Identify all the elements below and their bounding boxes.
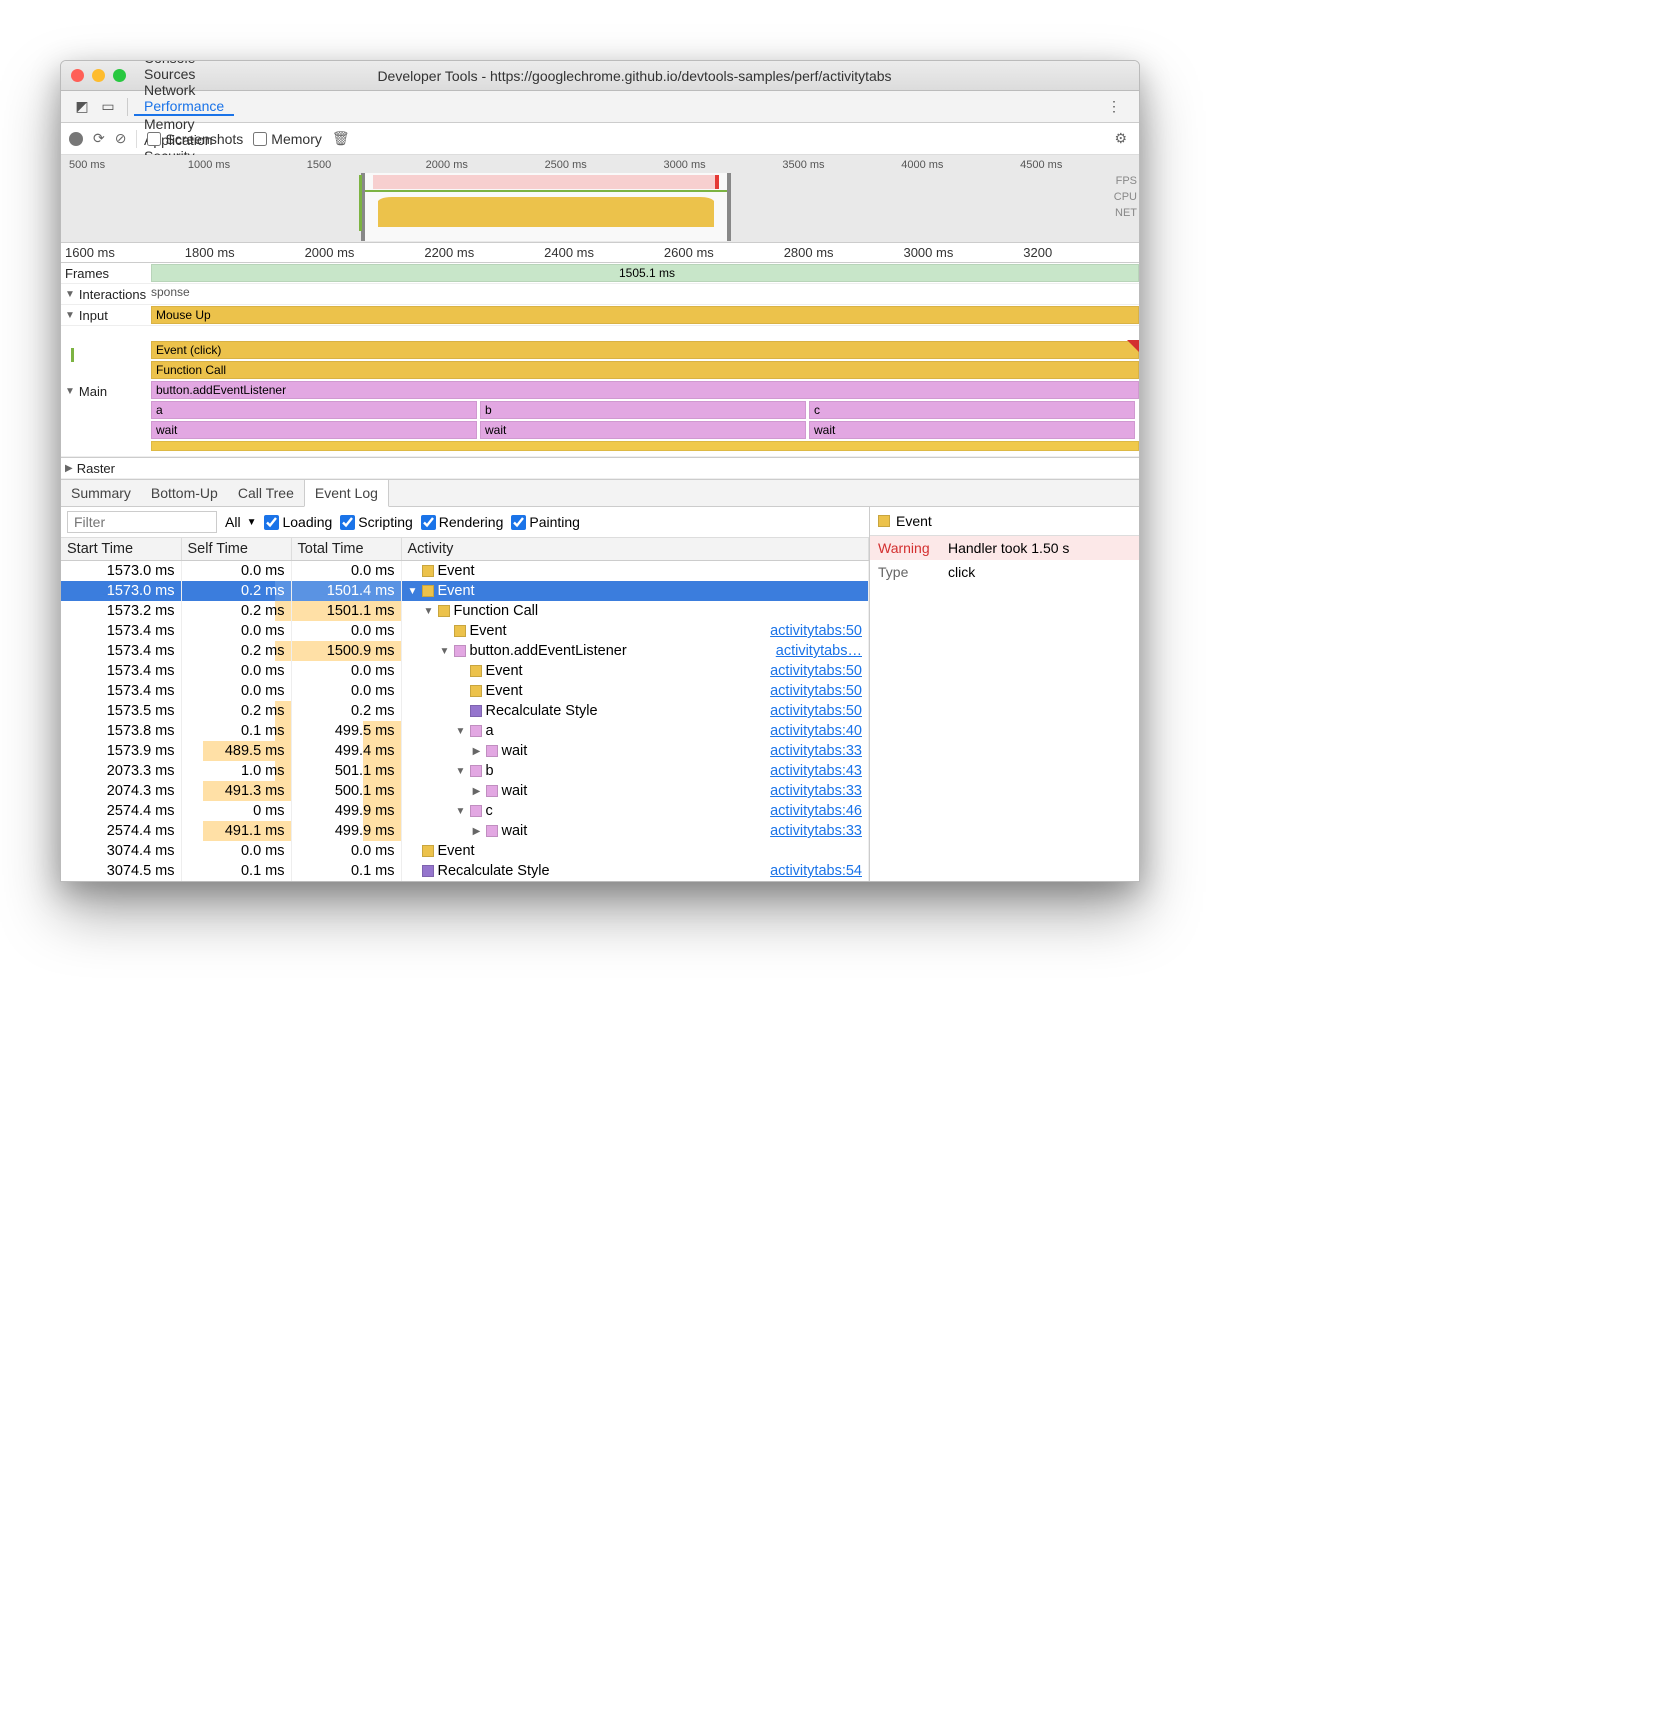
source-link[interactable]: activitytabs:50 [770,683,862,699]
table-row[interactable]: 1573.8 ms0.1 ms499.5 ms▼aactivitytabs:40 [61,721,869,741]
input-event-bar[interactable]: Mouse Up [151,306,1139,324]
source-link[interactable]: activitytabs:33 [770,743,862,759]
overview-side-labels: FPSCPUNET [1114,175,1137,219]
source-link[interactable]: activitytabs:50 [770,703,862,719]
overview-selection[interactable] [361,173,731,241]
event-detail-pane: Event WarningHandler took 1.50 s Typecli… [869,507,1139,881]
detail-header: Event [870,507,1139,536]
source-link[interactable]: activitytabs:46 [770,803,862,819]
main-track: ▼Main Event (click) Function Call button… [61,326,1139,457]
call-c[interactable]: c [809,401,1135,419]
bottom-tab-event-log[interactable]: Event Log [304,480,389,507]
fps-strip [373,175,719,189]
table-row[interactable]: 2574.4 ms491.1 ms499.9 ms▶waitactivityta… [61,821,869,841]
table-row[interactable]: 2074.3 ms491.3 ms500.1 ms▶waitactivityta… [61,781,869,801]
interactions-track: ▼Interactions sponse [61,284,1139,305]
call-wait[interactable]: wait [151,421,477,439]
separator [127,98,128,116]
inspect-icon[interactable]: ◩ [69,98,95,115]
call-wait[interactable]: wait [480,421,806,439]
table-row[interactable]: 1573.4 ms0.2 ms1500.9 ms▼button.addEvent… [61,641,869,661]
scripting-checkbox[interactable]: Scripting [340,514,412,530]
call-wait[interactable]: wait [809,421,1135,439]
clear-icon[interactable]: ⊘ [115,130,127,147]
event-icon [878,515,890,527]
input-track: ▼Input Mouse Up [61,305,1139,326]
filter-bar: All ▼ Loading Scripting Rendering Painti… [61,507,869,538]
source-link[interactable]: activitytabs:40 [770,723,862,739]
table-row[interactable]: 2574.4 ms0 ms499.9 ms▼cactivitytabs:46 [61,801,869,821]
source-link[interactable]: activitytabs:43 [770,763,862,779]
minimize-icon[interactable] [92,69,105,82]
tab-network[interactable]: Network [134,82,234,98]
table-row[interactable]: 1573.4 ms0.0 ms0.0 msEventactivitytabs:5… [61,661,869,681]
tab-memory[interactable]: Memory [134,116,234,132]
bottom-tabs: SummaryBottom-UpCall TreeEvent Log [61,479,1139,507]
table-row[interactable]: 3074.4 ms0.0 ms0.0 msEvent [61,841,869,861]
call-a[interactable]: a [151,401,477,419]
col-start[interactable]: Start Time [61,538,181,561]
table-row[interactable]: 1573.0 ms0.0 ms0.0 msEvent [61,561,869,582]
call-b[interactable]: b [480,401,806,419]
col-self[interactable]: Self Time [181,538,291,561]
table-row[interactable]: 3074.5 ms0.1 ms0.1 msRecalculate Styleac… [61,861,869,881]
tab-sources[interactable]: Sources [134,66,234,82]
bottom-tab-bottom-up[interactable]: Bottom-Up [141,480,228,506]
screenshots-checkbox[interactable]: Screenshots [147,131,243,147]
event-log-pane: All ▼ Loading Scripting Rendering Painti… [61,507,869,881]
flame-chart[interactable]: Frames 1505.1 ms ▼Interactions sponse ▼I… [61,263,1139,479]
more-icon[interactable]: ⋮ [1097,98,1131,115]
traffic-lights [71,69,126,82]
table-row[interactable]: 1573.5 ms0.2 ms0.2 msRecalculate Styleac… [61,701,869,721]
painting-checkbox[interactable]: Painting [511,514,580,530]
settings-icon[interactable]: ⚙ [1114,130,1131,147]
table-row[interactable]: 1573.9 ms489.5 ms499.4 ms▶waitactivityta… [61,741,869,761]
event-log-split: All ▼ Loading Scripting Rendering Painti… [61,507,1139,881]
window-title: Developer Tools - https://googlechrome.g… [140,68,1129,84]
zoom-icon[interactable] [113,69,126,82]
table-row[interactable]: 1573.2 ms0.2 ms1501.1 ms▼Function Call [61,601,869,621]
source-link[interactable]: activitytabs:50 [770,623,862,639]
bottom-tab-summary[interactable]: Summary [61,480,141,506]
memory-checkbox[interactable]: Memory [253,131,322,147]
cpu-chart [371,197,721,227]
source-link[interactable]: activitytabs:33 [770,823,862,839]
all-select[interactable]: All ▼ [225,514,256,530]
raster-track: ▶Raster [61,457,1139,479]
source-link[interactable]: activitytabs:54 [770,863,862,879]
reload-icon[interactable]: ⟳ [93,130,105,147]
table-row[interactable]: 2073.3 ms1.0 ms501.1 ms▼bactivitytabs:43 [61,761,869,781]
source-link[interactable]: activitytabs… [776,643,862,659]
table-row[interactable]: 1573.4 ms0.0 ms0.0 msEventactivitytabs:5… [61,621,869,641]
table-row[interactable]: 1573.0 ms0.2 ms1501.4 ms▼Event [61,581,869,601]
frames-track: Frames 1505.1 ms [61,263,1139,284]
filter-input[interactable] [67,511,217,533]
close-icon[interactable] [71,69,84,82]
record-button[interactable] [69,132,83,146]
devtools-tabs: ◩ ▭ ElementsConsoleSourcesNetworkPerform… [61,91,1139,123]
flame-ruler: 1600 ms1800 ms2000 ms2200 ms2400 ms2600 … [61,243,1139,263]
overview-ruler: 500 ms1000 ms15002000 ms2500 ms3000 ms35… [61,159,1139,173]
col-activity[interactable]: Activity [401,538,869,561]
trash-icon[interactable]: 🗑 [332,130,350,147]
loading-checkbox[interactable]: Loading [264,514,332,530]
device-icon[interactable]: ▭ [95,98,121,115]
rendering-checkbox[interactable]: Rendering [421,514,504,530]
bottom-tab-call-tree[interactable]: Call Tree [228,480,304,506]
event-log-table: Start Time Self Time Total Time Activity… [61,538,869,881]
devtools-window: Developer Tools - https://googlechrome.g… [60,60,1140,882]
tab-performance[interactable]: Performance [134,98,234,116]
source-link[interactable]: activitytabs:50 [770,663,862,679]
col-total[interactable]: Total Time [291,538,401,561]
source-link[interactable]: activitytabs:33 [770,783,862,799]
detail-warning: WarningHandler took 1.50 s [870,536,1139,560]
detail-type: Typeclick [870,560,1139,584]
overview-timeline[interactable]: 500 ms1000 ms15002000 ms2500 ms3000 ms35… [61,155,1139,243]
frame-bar[interactable]: 1505.1 ms [151,264,1139,282]
table-row[interactable]: 1573.4 ms0.0 ms0.0 msEventactivitytabs:5… [61,681,869,701]
